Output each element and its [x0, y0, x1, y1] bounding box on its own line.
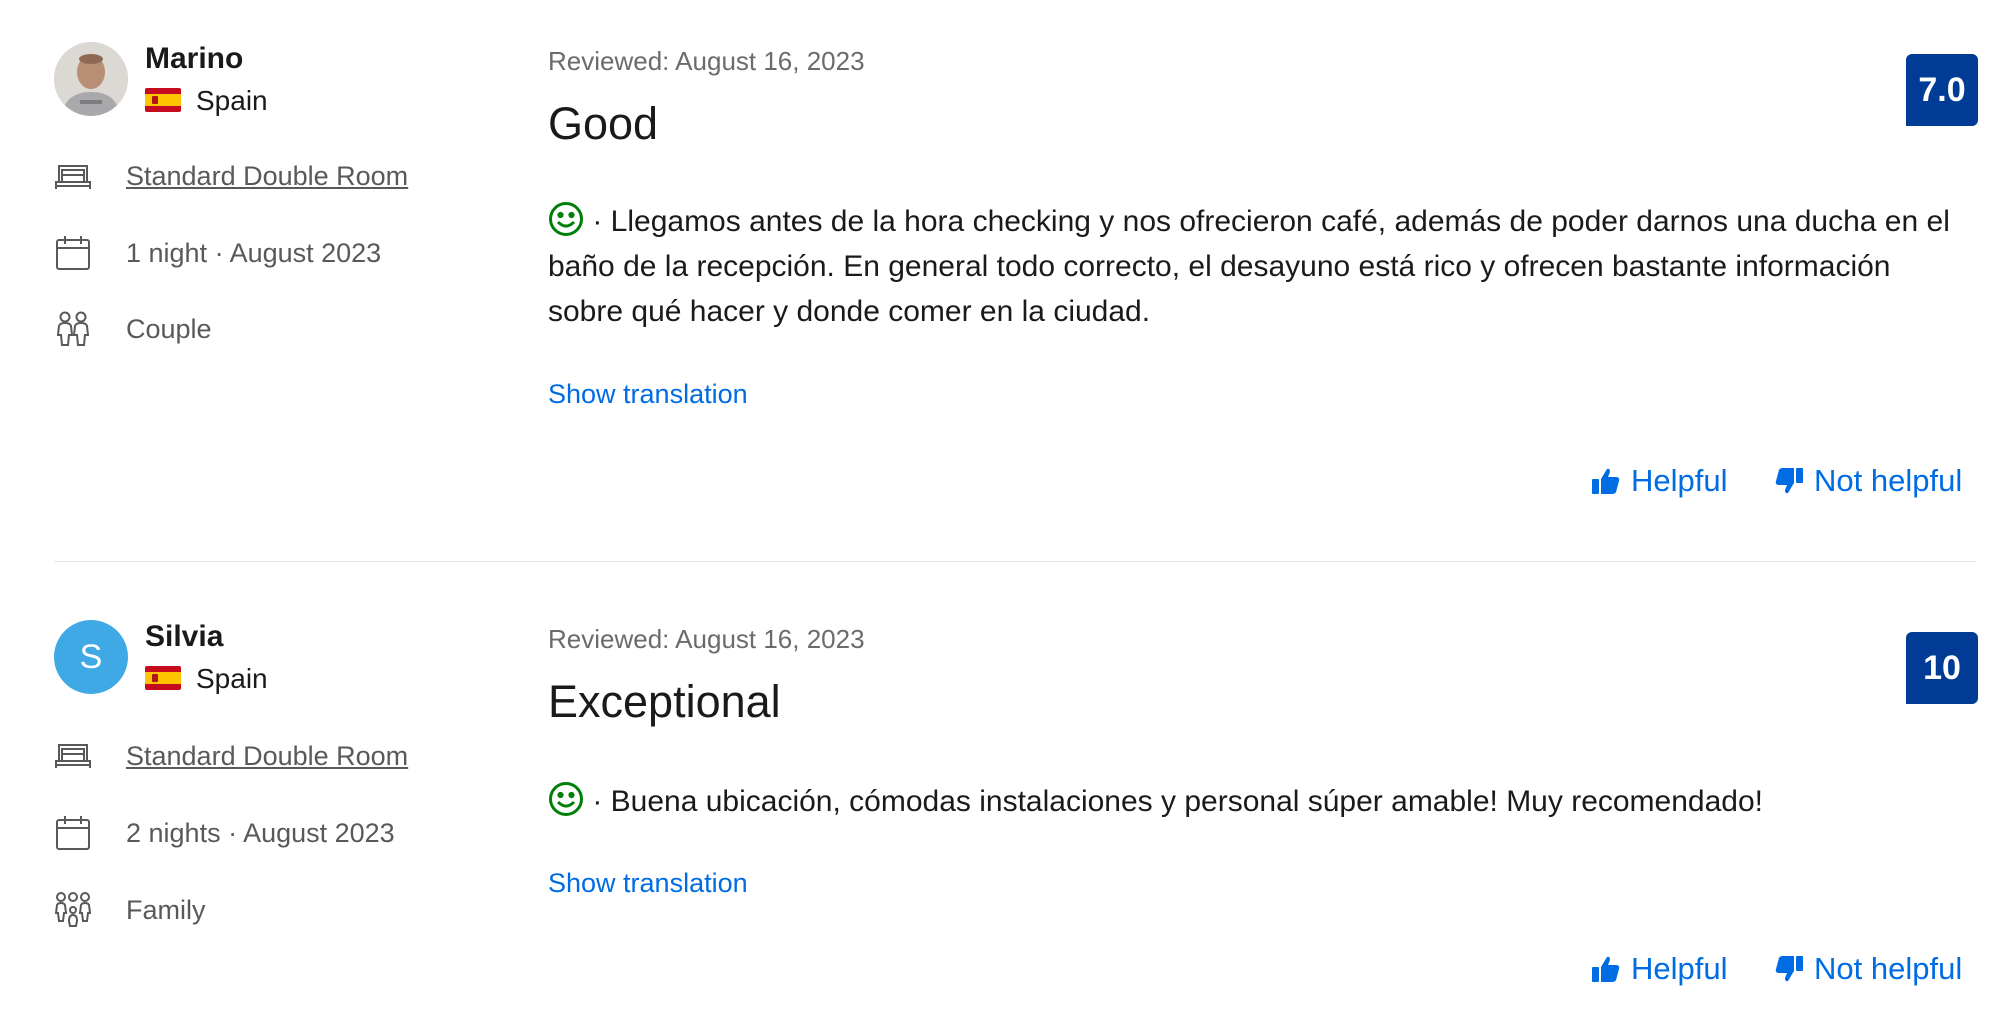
review-title: Exceptional [548, 676, 781, 727]
reviewed-date: Reviewed: August 16, 2023 [548, 46, 865, 76]
couple-icon [54, 310, 92, 348]
traveler-type: Couple [126, 314, 212, 344]
review-body-text: · Buena ubicación, cómodas instalaciones… [584, 785, 1763, 818]
reviewer-avatar: S [54, 620, 128, 694]
calendar-icon [54, 814, 92, 852]
traveler-type: Family [126, 895, 206, 925]
room-type-link[interactable]: Standard Double Room [126, 161, 408, 192]
not-helpful-label[interactable]: Not helpful [1814, 463, 1962, 499]
smiley-icon [548, 781, 584, 817]
show-translation-link[interactable]: Show translation [548, 379, 748, 410]
room-type-label[interactable]: Standard Double Room [126, 161, 408, 191]
review-text: · Llegamos antes de la hora checking y n… [548, 199, 1973, 334]
reviewed-date: Reviewed: August 16, 2023 [548, 624, 865, 654]
reviewer-name: Silvia [145, 620, 224, 653]
smiley-icon [548, 201, 584, 237]
review-card: S Silvia Spain Standard Double Room 2 ni… [0, 562, 2000, 1027]
thumbs-down-icon [1775, 468, 1803, 494]
reviewer-avatar [54, 42, 128, 116]
review-score-badge: 7.0 [1906, 54, 1978, 126]
bed-icon [54, 158, 92, 196]
bed-icon [54, 737, 92, 775]
helpful-label[interactable]: Helpful [1631, 463, 1728, 499]
thumbs-up-icon [1592, 956, 1620, 982]
show-translation-link[interactable]: Show translation [548, 868, 748, 899]
review-text: · Buena ubicación, cómodas instalaciones… [548, 779, 1973, 824]
room-type-label[interactable]: Standard Double Room [126, 741, 408, 771]
reviewer-name: Marino [145, 42, 244, 75]
not-helpful-button[interactable]: Not helpful [1774, 951, 1962, 987]
review-card: Marino Spain Standard Double Room 1 nigh… [0, 0, 2000, 562]
review-title: Good [548, 98, 659, 149]
not-helpful-button[interactable]: Not helpful [1774, 463, 1962, 499]
reviewer-country: Spain [196, 663, 268, 694]
family-icon [54, 891, 92, 929]
helpful-label[interactable]: Helpful [1631, 951, 1728, 987]
spain-flag-icon [145, 666, 181, 690]
room-type-link[interactable]: Standard Double Room [126, 741, 408, 772]
helpful-button[interactable]: Helpful [1591, 463, 1728, 499]
stay-length: 1 night · August 2023 [126, 238, 382, 268]
thumbs-up-icon [1592, 468, 1620, 494]
not-helpful-label[interactable]: Not helpful [1814, 951, 1962, 987]
calendar-icon [54, 234, 92, 272]
thumbs-down-icon [1775, 956, 1803, 982]
review-score-badge: 10 [1906, 632, 1978, 704]
spain-flag-icon [145, 88, 181, 112]
stay-length: 2 nights · August 2023 [126, 818, 395, 848]
review-body-text: · Llegamos antes de la hora checking y n… [548, 205, 1950, 328]
helpful-button[interactable]: Helpful [1591, 951, 1728, 987]
reviewer-country: Spain [196, 85, 268, 116]
